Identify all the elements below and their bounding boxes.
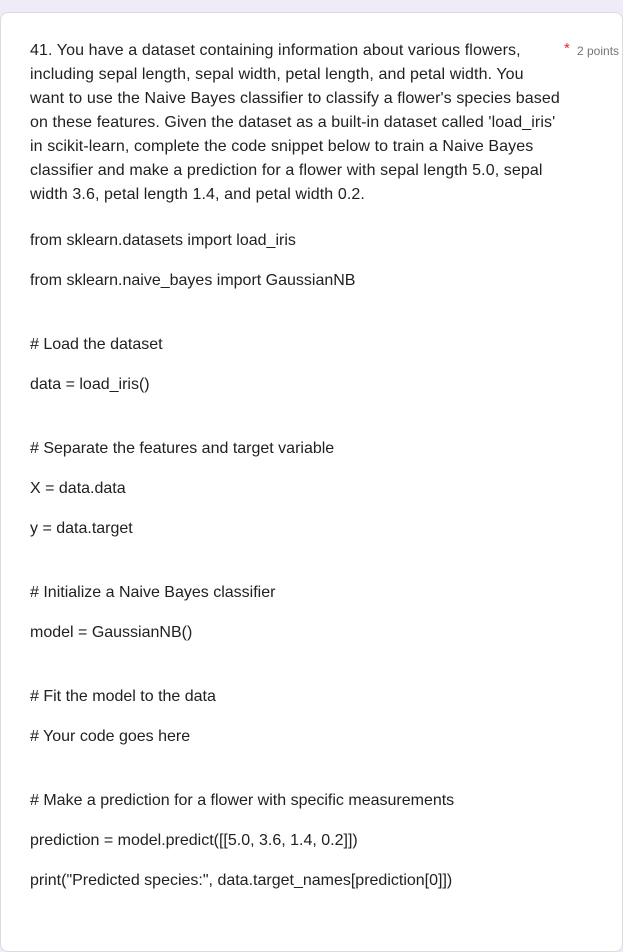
code-line-import-gaussiannb: from sklearn.naive_bayes import Gaussian…	[30, 272, 356, 289]
code-line-init-model: model = GaussianNB()	[30, 624, 193, 641]
points-label: 2 points	[577, 44, 620, 58]
code-line-assign-y: y = data.target	[30, 520, 133, 537]
question-card: 41. You have a dataset containing inform…	[0, 12, 623, 952]
question-title: 41. You have a dataset containing inform…	[30, 42, 560, 203]
code-line-import-load-iris: from sklearn.datasets import load_iris	[30, 232, 296, 249]
code-line-assign-x: X = data.data	[30, 480, 126, 497]
required-asterisk: *	[564, 40, 570, 57]
code-comment-fit-model: # Fit the model to the data	[30, 688, 216, 705]
code-comment-separate-features: # Separate the features and target varia…	[30, 440, 335, 457]
code-comment-initialize-classifier: # Initialize a Naive Bayes classifier	[30, 584, 276, 601]
code-comment-your-code: # Your code goes here	[30, 728, 191, 745]
code-comment-load-dataset: # Load the dataset	[30, 336, 163, 353]
code-comment-make-prediction: # Make a prediction for a flower with sp…	[30, 792, 455, 809]
code-line-load-data: data = load_iris()	[30, 376, 150, 393]
code-line-print: print("Predicted species:", data.target_…	[30, 872, 453, 889]
question-header: 41. You have a dataset containing inform…	[30, 39, 560, 207]
code-line-predict: prediction = model.predict([[5.0, 3.6, 1…	[30, 832, 358, 849]
